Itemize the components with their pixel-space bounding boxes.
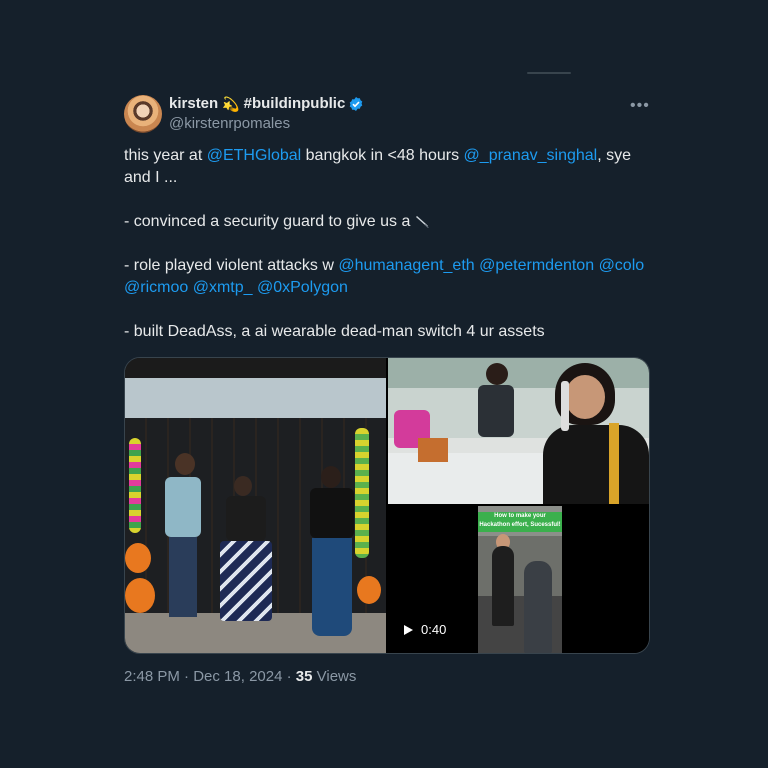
mention-polygon[interactable]: @0xPolygon — [257, 279, 348, 296]
tweet-bullet-1: - convinced a security guard to give us … — [124, 211, 654, 233]
photo-person — [307, 466, 357, 641]
tweet-bullet-2: - role played violent attacks w @humanag… — [124, 255, 654, 299]
author-handle[interactable]: @kirstenrpomales — [169, 115, 290, 133]
mention-pranav[interactable]: @_pranav_singhal — [464, 147, 598, 164]
views-count: 35 — [295, 668, 313, 685]
photo-decoration — [129, 438, 141, 533]
media-grid: How to make your Hackathon effort, Suces… — [124, 357, 650, 654]
knife-emoji-icon — [415, 216, 429, 228]
avatar[interactable] — [124, 95, 162, 133]
meta-separator: · — [179, 668, 194, 685]
top-divider — [527, 72, 571, 74]
pumpkin-decoration — [357, 576, 381, 604]
photo-object — [418, 438, 448, 462]
meta-separator: · — [282, 668, 296, 685]
video-person — [492, 546, 514, 626]
pumpkin-decoration — [125, 543, 151, 573]
tweet-text-segment: - role played violent attacks w — [124, 257, 339, 274]
video-duration: 0:40 — [421, 622, 447, 637]
photo-person — [165, 453, 205, 628]
photo-person — [220, 476, 272, 626]
pumpkin-decoration — [125, 578, 155, 613]
author-name[interactable]: kirsten — [169, 95, 218, 113]
photo-person — [478, 363, 514, 443]
mention-ethglobal[interactable]: @ETHGlobal — [207, 147, 302, 164]
video-person — [524, 561, 552, 653]
mention-ricmoo[interactable]: @ricmoo — [124, 279, 188, 296]
mention-colo[interactable]: @colo — [599, 257, 645, 274]
mention-humanagent[interactable]: @humanagent_eth — [338, 257, 474, 274]
mention-petermdenton[interactable]: @petermdenton — [479, 257, 594, 274]
photo-hackathon-knife[interactable] — [388, 358, 649, 504]
tweet-time[interactable]: 2:48 PM — [124, 668, 180, 685]
tweet-text-segment: bangkok in <48 hours — [301, 147, 464, 164]
tweet-bullet-3: - built DeadAss, a ai wearable dead-man … — [124, 323, 545, 340]
tweet-date[interactable]: Dec 18, 2024 — [193, 668, 282, 685]
tweet-text-segment: - convinced a security guard to give us … — [124, 213, 415, 230]
verified-badge-icon — [350, 97, 363, 111]
video-thumbnail[interactable]: How to make your Hackathon effort, Suces… — [388, 506, 649, 653]
author-name-row[interactable]: kirsten 💫 #buildinpublic — [169, 95, 364, 113]
play-icon[interactable] — [404, 625, 413, 635]
mention-xmtp[interactable]: @xmtp_ — [193, 279, 253, 296]
photo-person-with-knife — [543, 363, 649, 504]
author-hashtag[interactable]: #buildinpublic — [244, 95, 346, 113]
tweet-meta: 2:48 PM · Dec 18, 2024 · 35 Views — [124, 668, 356, 686]
tweet-text: this year at @ETHGlobal bangkok in <48 h… — [124, 145, 654, 343]
dizzy-emoji-icon: 💫 — [222, 96, 240, 112]
tweet-line-intro: this year at @ETHGlobal bangkok in <48 h… — [124, 145, 654, 189]
video-caption-banner: How to make your Hackathon effort, Suces… — [478, 512, 562, 532]
more-options-icon[interactable]: ••• — [630, 97, 650, 115]
photo-decoration — [355, 428, 369, 558]
tweet-text-segment: this year at — [124, 147, 207, 164]
views-label: Views — [312, 668, 357, 685]
photo-group-step-and-repeat[interactable] — [125, 358, 386, 653]
